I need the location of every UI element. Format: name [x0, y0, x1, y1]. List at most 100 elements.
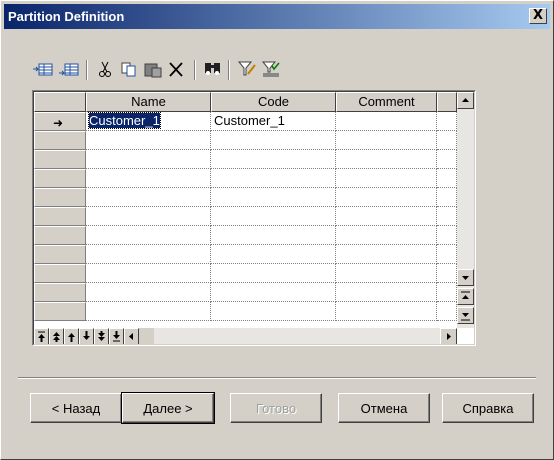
cell-comment[interactable] [336, 302, 437, 321]
cell-name[interactable] [86, 245, 211, 264]
cell-comment[interactable] [336, 150, 437, 169]
cell-name[interactable] [86, 226, 211, 245]
row-header[interactable] [34, 302, 86, 321]
cell-code[interactable] [211, 245, 336, 264]
filter-button[interactable] [236, 58, 258, 82]
cell-comment[interactable] [336, 207, 437, 226]
paste-button[interactable] [142, 58, 164, 82]
vertical-scrollbar[interactable] [457, 92, 474, 328]
cell-name[interactable] [86, 150, 211, 169]
move-first-button[interactable] [34, 328, 49, 344]
row-header[interactable] [34, 188, 86, 207]
move-page-down-button[interactable] [94, 328, 109, 344]
close-button[interactable]: X [529, 8, 547, 24]
cell-code[interactable] [211, 207, 336, 226]
cell-code[interactable] [211, 264, 336, 283]
cell-comment[interactable] [336, 226, 437, 245]
page-down-icon [461, 313, 470, 321]
cell-code[interactable] [211, 150, 336, 169]
row-header[interactable] [34, 150, 86, 169]
title-bar: Partition Definition X [4, 4, 550, 29]
grid-body: Name Code Comment ➜ Customer_1 Customer_1 [33, 91, 475, 345]
page-up-icon [461, 291, 470, 299]
next-button[interactable]: Далее > [121, 392, 215, 424]
row-header[interactable] [34, 207, 86, 226]
copy-icon [121, 62, 136, 77]
cell-comment[interactable] [336, 112, 437, 131]
insert-row-button[interactable] [32, 58, 54, 82]
cell-code[interactable] [211, 188, 336, 207]
cell-comment[interactable] [336, 188, 437, 207]
scroll-up-button[interactable] [457, 92, 474, 109]
copy-button[interactable] [118, 58, 140, 82]
column-header-comment[interactable]: Comment [336, 92, 437, 112]
row-header[interactable] [34, 245, 86, 264]
double-arrow-up-icon [53, 332, 60, 342]
column-header-code[interactable]: Code [211, 92, 336, 112]
grid-header: Name Code Comment [34, 92, 457, 112]
cell-name[interactable] [86, 302, 211, 321]
cut-icon [99, 61, 111, 77]
arrow-left-icon [129, 333, 133, 340]
move-to-bottom-icon [113, 331, 120, 342]
cell-filler [437, 131, 457, 150]
cell-comment[interactable] [336, 283, 437, 302]
cell-code[interactable] [211, 169, 336, 188]
cell-code[interactable] [211, 131, 336, 150]
cell-code[interactable]: Customer_1 [211, 112, 336, 131]
find-button[interactable] [202, 58, 224, 82]
move-last-button[interactable] [109, 328, 124, 344]
delete-icon [169, 62, 183, 77]
cell-name[interactable] [86, 207, 211, 226]
row-header[interactable] [34, 283, 86, 302]
cell-name[interactable] [86, 283, 211, 302]
cell-comment[interactable] [336, 131, 437, 150]
cell-name-text: Customer_1 [88, 112, 161, 129]
scroll-page-down-button[interactable] [457, 307, 474, 324]
cell-name[interactable]: Customer_1 [86, 112, 211, 131]
scroll-down-button[interactable] [457, 269, 474, 286]
filter-options-icon [261, 61, 280, 77]
partition-grid[interactable]: Name Code Comment ➜ Customer_1 Customer_1 [32, 90, 476, 346]
cell-code[interactable] [211, 302, 336, 321]
cell-filler [437, 188, 457, 207]
cell-name[interactable] [86, 188, 211, 207]
cancel-button[interactable]: Отмена [338, 393, 430, 423]
toolbar-separator [86, 60, 88, 80]
help-button[interactable]: Справка [442, 393, 534, 423]
move-down-button[interactable] [79, 328, 94, 344]
cell-comment[interactable] [336, 169, 437, 188]
cell-name[interactable] [86, 169, 211, 188]
row-header[interactable] [34, 169, 86, 188]
column-header-name[interactable]: Name [86, 92, 211, 112]
delete-button[interactable] [166, 58, 188, 82]
back-button[interactable]: < Назад [30, 393, 122, 423]
scroll-right-button[interactable] [440, 328, 457, 344]
horizontal-scrollbar[interactable] [154, 328, 457, 344]
row-header[interactable] [34, 131, 86, 150]
separator-line [18, 377, 536, 379]
add-row-button[interactable] [58, 58, 80, 82]
row-header[interactable]: ➜ [34, 112, 86, 131]
move-up-button[interactable] [64, 328, 79, 344]
add-row-icon [59, 63, 79, 76]
cell-code[interactable] [211, 283, 336, 302]
filter-options-button[interactable] [260, 58, 282, 82]
insert-row-icon [33, 63, 53, 76]
row-header[interactable] [34, 264, 86, 283]
scroll-left-button[interactable] [124, 328, 139, 344]
move-page-up-button[interactable] [49, 328, 64, 344]
cell-filler [437, 207, 457, 226]
scroll-page-up-button[interactable] [457, 288, 474, 305]
finish-button[interactable]: Готово [230, 393, 322, 423]
row-header[interactable] [34, 226, 86, 245]
row-navigation-bar [34, 328, 154, 344]
cell-code[interactable] [211, 226, 336, 245]
cell-name[interactable] [86, 264, 211, 283]
window-title: Partition Definition [8, 9, 125, 24]
cell-comment[interactable] [336, 264, 437, 283]
cell-filler [437, 226, 457, 245]
cell-comment[interactable] [336, 245, 437, 264]
cell-name[interactable] [86, 131, 211, 150]
cut-button[interactable] [94, 58, 116, 82]
